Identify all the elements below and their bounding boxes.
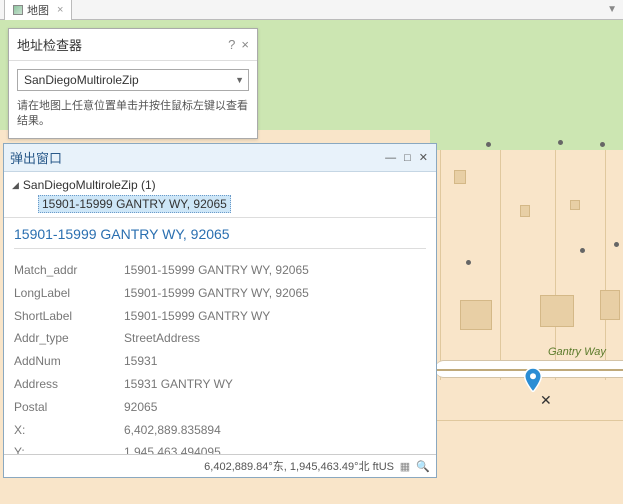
attr-key: ShortLabel — [14, 305, 124, 328]
attr-key: Postal — [14, 396, 124, 419]
chevron-down-icon: ▼ — [235, 75, 244, 85]
attr-row: LongLabel15901-15999 GANTRY WY, 92065 — [14, 282, 426, 305]
attr-val: StreetAddress — [124, 327, 200, 350]
attr-val: 15901-15999 GANTRY WY, 92065 — [124, 259, 309, 282]
locator-combo[interactable]: SanDiegoMultiroleZip ▼ — [17, 69, 249, 91]
address-inspector-panel: 地址检查器 ? × SanDiegoMultiroleZip ▼ 请在地图上任意… — [8, 28, 258, 139]
attr-val: 15931 GANTRY WY — [124, 373, 233, 396]
attr-val: 15901-15999 GANTRY WY — [124, 305, 270, 328]
attr-val: 6,402,889.835894 — [124, 419, 221, 442]
attr-val: 15931 — [124, 350, 157, 373]
attr-row: Postal92065 — [14, 396, 426, 419]
tab-map[interactable]: 地图 × — [4, 0, 72, 20]
street-label: Gantry Way — [548, 346, 606, 358]
attr-row: Addr_typeStreetAddress — [14, 327, 426, 350]
attr-val: 92065 — [124, 396, 157, 419]
tree-selected-item[interactable]: 15901-15999 GANTRY WY, 92065 — [38, 195, 231, 213]
popup-titlebar[interactable]: 弹出窗口 — □ ✕ — [4, 144, 436, 172]
attr-key: Y: — [14, 441, 124, 454]
attr-key: X: — [14, 419, 124, 442]
attr-row: ShortLabel15901-15999 GANTRY WY — [14, 305, 426, 328]
status-grid-icon[interactable]: ▦ — [398, 459, 412, 473]
map-tab-icon — [13, 5, 23, 15]
tab-bar: 地图 × ▼ — [0, 0, 623, 20]
attr-key: AddNum — [14, 350, 124, 373]
popup-title-text: 弹出窗口 — [10, 148, 62, 167]
attr-row: Y:1,945,463.494095 — [14, 441, 426, 454]
maximize-icon[interactable]: □ — [402, 152, 413, 164]
popup-heading: 15901-15999 GANTRY WY, 92065 — [14, 226, 426, 242]
attr-row: X:6,402,889.835894 — [14, 419, 426, 442]
attr-key: Match_addr — [14, 259, 124, 282]
attr-val: 1,945,463.494095 — [124, 441, 221, 454]
popup-window: 弹出窗口 — □ ✕ ◢ SanDiegoMultiroleZip (1) 15… — [3, 143, 437, 478]
tree-caret-icon: ◢ — [12, 180, 19, 191]
locator-value: SanDiegoMultiroleZip — [24, 73, 139, 87]
tree-layer-label: SanDiegoMultiroleZip (1) — [23, 178, 156, 192]
close-icon[interactable]: ✕ — [417, 151, 430, 164]
pane-menu-icon[interactable]: ▼ — [607, 4, 617, 15]
status-search-icon[interactable]: 🔍 — [416, 459, 430, 473]
attr-row: Address15931 GANTRY WY — [14, 373, 426, 396]
tree-layer-row[interactable]: ◢ SanDiegoMultiroleZip (1) — [12, 178, 428, 192]
attr-key: Addr_type — [14, 327, 124, 350]
click-cross-icon: ✕ — [540, 392, 552, 409]
map-pin-icon — [524, 368, 542, 392]
tab-label: 地图 — [27, 2, 49, 18]
coord-readout: 6,402,889.84°东, 1,945,463.49°北 ftUS — [204, 458, 394, 474]
inspector-title: 地址检查器 — [17, 35, 82, 54]
close-icon[interactable]: × — [241, 37, 249, 52]
attr-key: LongLabel — [14, 282, 124, 305]
popup-tree: ◢ SanDiegoMultiroleZip (1) 15901-15999 G… — [4, 172, 436, 218]
popup-body: 15901-15999 GANTRY WY, 92065 Match_addr1… — [4, 218, 436, 454]
tab-close-icon[interactable]: × — [57, 4, 63, 16]
popup-statusbar: 6,402,889.84°东, 1,945,463.49°北 ftUS ▦ 🔍 — [4, 454, 436, 477]
attr-val: 15901-15999 GANTRY WY, 92065 — [124, 282, 309, 305]
minimize-icon[interactable]: — — [383, 152, 398, 164]
attr-row: Match_addr15901-15999 GANTRY WY, 92065 — [14, 259, 426, 282]
help-icon[interactable]: ? — [228, 37, 235, 52]
attr-key: Address — [14, 373, 124, 396]
attr-row: AddNum15931 — [14, 350, 426, 373]
inspector-hint: 请在地图上任意位置单击并按住鼠标左键以查看结果。 — [9, 99, 257, 138]
